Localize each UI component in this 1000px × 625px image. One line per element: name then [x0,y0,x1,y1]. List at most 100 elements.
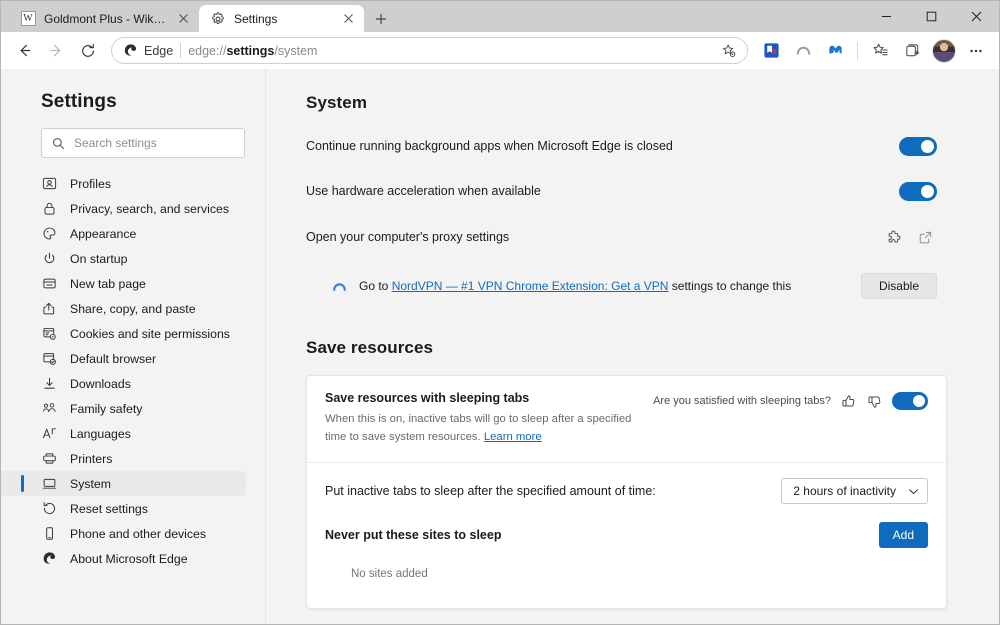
close-button[interactable] [954,1,999,32]
bookmark-extension-icon[interactable] [756,36,786,66]
address-bar-url: edge://settings/system [188,44,710,58]
profile-icon [41,176,57,192]
add-favorite-icon[interactable] [717,39,741,63]
sidebar-item-new-tab-page[interactable]: New tab page [1,271,246,296]
family-icon [41,401,57,417]
sidebar-item-printers[interactable]: Printers [1,446,246,471]
open-external-icon[interactable] [913,225,937,249]
sidebar-item-profiles[interactable]: Profiles [1,171,246,196]
edge-logo-icon [41,551,57,567]
never-sleep-label: Never put these sites to sleep [325,528,502,542]
never-sleep-empty-state: No sites added [351,568,428,580]
browser-window: W Goldmont Plus - Wikipedia Settings [0,0,1000,625]
sleep-settings-block: Put inactive tabs to sleep after the spe… [307,462,946,608]
sidebar-item-label: Default browser [70,351,157,366]
setting-label: Continue running background apps when Mi… [306,139,673,153]
minimize-button[interactable] [864,1,909,32]
thumbs-up-icon[interactable] [840,393,857,410]
inactive-timer-select[interactable]: 2 hours of inactivity [781,478,928,504]
more-options-icon[interactable] [961,36,991,66]
wikipedia-favicon: W [20,11,36,27]
reset-icon [41,501,57,517]
sidebar-item-label: Downloads [70,376,131,391]
sleeping-tabs-title: Save resources with sleeping tabs [325,391,530,405]
sidebar-item-share-copy-and-paste[interactable]: Share, copy, and paste [1,296,246,321]
thumbs-down-icon[interactable] [866,393,883,410]
sidebar-item-downloads[interactable]: Downloads [1,371,246,396]
notice-suffix: settings to change this [668,279,792,293]
window-controls [864,1,999,32]
sidebar-item-family-safety[interactable]: Family safety [1,396,246,421]
sidebar-item-label: Reset settings [70,501,148,516]
search-icon [52,137,65,150]
new-tab-button[interactable] [367,5,395,32]
reload-icon[interactable] [73,36,103,66]
setting-proxy: Open your computer's proxy settings [306,225,951,249]
sidebar-item-reset-settings[interactable]: Reset settings [1,496,246,521]
add-site-button[interactable]: Add [878,522,928,548]
sleeping-tabs-toggle[interactable] [892,392,928,410]
share-icon [41,301,57,317]
learn-more-link[interactable]: Learn more [484,431,542,443]
sidebar-item-label: Printers [70,451,113,466]
sidebar-item-privacy-search-and-services[interactable]: Privacy, search, and services [1,196,246,221]
nordvpn-extension-icon[interactable] [788,36,818,66]
inactive-timer-label: Put inactive tabs to sleep after the spe… [325,484,656,498]
tab-title: Goldmont Plus - Wikipedia [44,11,167,26]
search-input[interactable]: Search settings [41,128,245,158]
sidebar-item-languages[interactable]: Languages [1,421,246,446]
close-icon[interactable] [340,11,356,27]
puzzle-piece-icon [883,225,907,249]
sidebar-item-on-startup[interactable]: On startup [1,246,246,271]
system-icon [41,476,57,492]
settings-content: System Continue running background apps … [266,69,999,624]
tab-settings[interactable]: Settings [199,5,364,32]
system-heading: System [306,93,368,112]
never-sleep-row: Never put these sites to sleep Add [325,522,928,548]
feedback-question: Are you satisfied with sleeping tabs? [653,395,831,407]
tab-goldmont-plus-wikipedia[interactable]: W Goldmont Plus - Wikipedia [9,5,199,32]
sidebar-item-label: Cookies and site permissions [70,326,230,341]
sidebar-item-label: Appearance [70,226,137,241]
forward-arrow-icon[interactable] [41,36,71,66]
sidebar-item-phone-and-other-devices[interactable]: Phone and other devices [1,521,246,546]
avatar[interactable] [929,36,959,66]
sleeping-tabs-feedback: Are you satisfied with sleeping tabs? [653,391,928,410]
edge-logo-icon: Edge [123,43,173,58]
settings-nav: Profiles Privacy, search, and services A… [1,171,265,571]
url-bold: settings [226,43,275,58]
background-apps-toggle[interactable] [899,136,937,156]
malwarebytes-extension-icon[interactable] [820,36,850,66]
save-resources-heading: Save resources [306,338,434,357]
address-bar[interactable]: Edge edge://settings/system [111,37,748,64]
sidebar-item-label: Share, copy, and paste [70,301,196,316]
hardware-acceleration-toggle[interactable] [899,181,937,201]
omnibox-divider [180,43,182,58]
favorites-icon[interactable] [865,36,895,66]
settings-page: Settings Search settings Profiles Privac… [1,69,999,624]
sidebar-item-label: On startup [70,251,128,266]
download-icon [41,376,57,392]
setting-background-apps: Continue running background apps when Mi… [306,135,951,157]
disable-button[interactable]: Disable [860,273,937,299]
sidebar-item-appearance[interactable]: Appearance [1,221,246,246]
sidebar-item-label: Languages [70,426,131,441]
maximize-button[interactable] [909,1,954,32]
tab-strip: W Goldmont Plus - Wikipedia Settings [1,1,999,32]
sleeping-tabs-description: When this is on, inactive tabs will go t… [325,411,641,446]
collections-icon[interactable] [897,36,927,66]
sidebar-item-label: New tab page [70,276,146,291]
window-icon [41,276,57,292]
url-prefix: edge:// [188,43,227,58]
sidebar-item-cookies-and-site-permissions[interactable]: Cookies and site permissions [1,321,246,346]
sidebar-item-about-microsoft-edge[interactable]: About Microsoft Edge [1,546,246,571]
notice-prefix: Go to [359,279,392,293]
extension-notice-row: Go to NordVPN — #1 VPN Chrome Extension:… [306,272,951,300]
back-arrow-icon[interactable] [9,36,39,66]
sidebar-item-default-browser[interactable]: Default browser [1,346,246,371]
settings-sidebar: Settings Search settings Profiles Privac… [1,69,266,624]
sidebar-item-system[interactable]: System [1,471,246,496]
nordvpn-link[interactable]: NordVPN — #1 VPN Chrome Extension: Get a… [392,279,669,293]
close-icon[interactable] [175,11,191,27]
nordvpn-icon [330,277,348,295]
